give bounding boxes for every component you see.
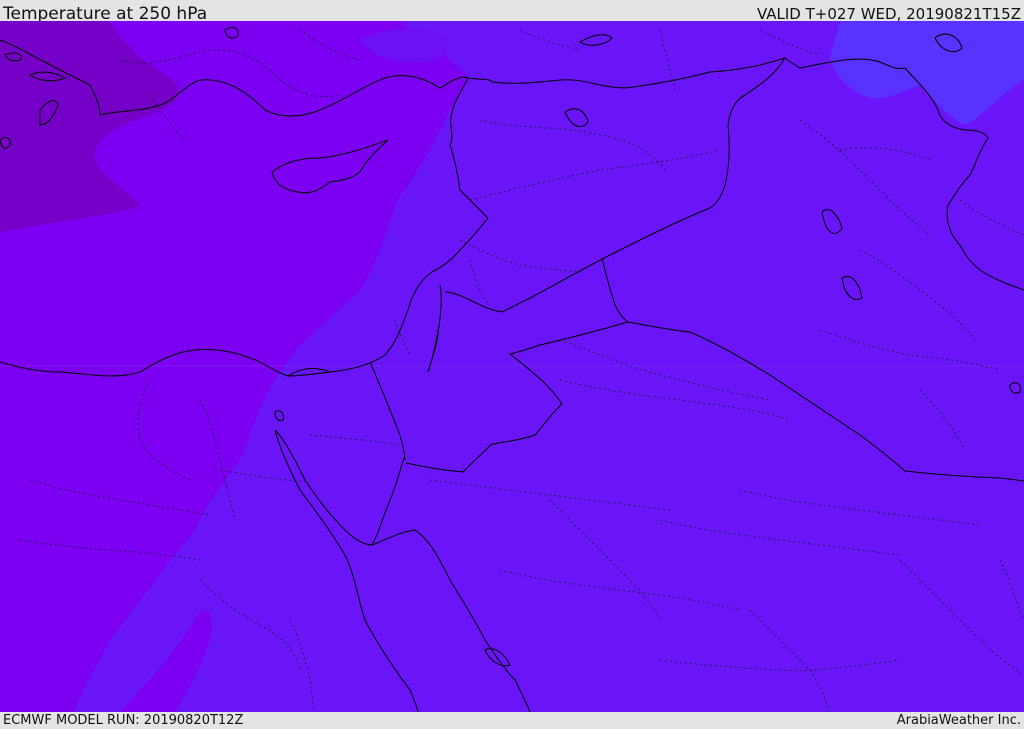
credit-text: ArabiaWeather Inc. — [896, 713, 1021, 728]
model-run: ECMWF MODEL RUN: 20190820T12Z — [3, 713, 244, 728]
temperature-map[interactable] — [0, 21, 1024, 712]
header-bar: Temperature at 250 hPa VALID T+027 WED, … — [0, 0, 1024, 24]
footer-bar: ECMWF MODEL RUN: 20190820T12Z ArabiaWeat… — [0, 712, 1024, 729]
